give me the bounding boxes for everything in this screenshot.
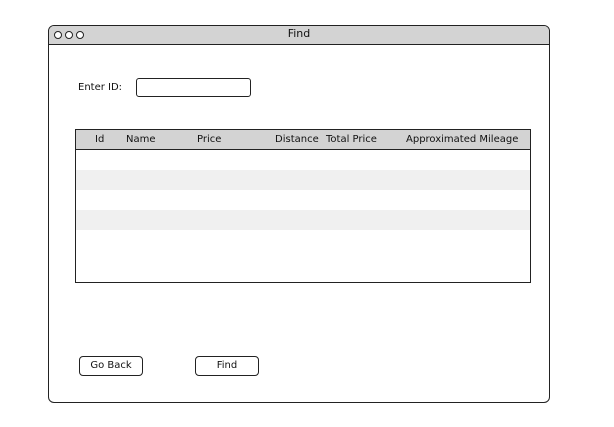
column-header-price[interactable]: Price — [197, 134, 221, 145]
results-table: Id Name Price Distance Total Price Appro… — [75, 129, 531, 283]
id-input[interactable] — [136, 78, 251, 97]
table-header: Id Name Price Distance Total Price Appro… — [76, 130, 530, 150]
window-title: Find — [287, 27, 311, 40]
table-row[interactable] — [76, 250, 530, 270]
table-row[interactable] — [76, 150, 530, 170]
id-label: Enter ID: — [78, 82, 123, 93]
find-button[interactable]: Find — [195, 356, 259, 376]
go-back-button[interactable]: Go Back — [79, 356, 143, 376]
column-header-id[interactable]: Id — [95, 134, 104, 145]
column-header-distance[interactable]: Distance — [275, 134, 319, 145]
table-row[interactable] — [76, 210, 530, 230]
table-row[interactable] — [76, 170, 530, 190]
table-row[interactable] — [76, 190, 530, 210]
column-header-approximated-mileage[interactable]: Approximated Mileage — [406, 134, 518, 145]
column-header-name[interactable]: Name — [126, 134, 156, 145]
title-bar: Find — [49, 26, 549, 45]
find-window: Find Enter ID: Id Name Price Distance To… — [48, 25, 550, 403]
table-row[interactable] — [76, 230, 530, 250]
column-header-total-price[interactable]: Total Price — [326, 134, 377, 145]
